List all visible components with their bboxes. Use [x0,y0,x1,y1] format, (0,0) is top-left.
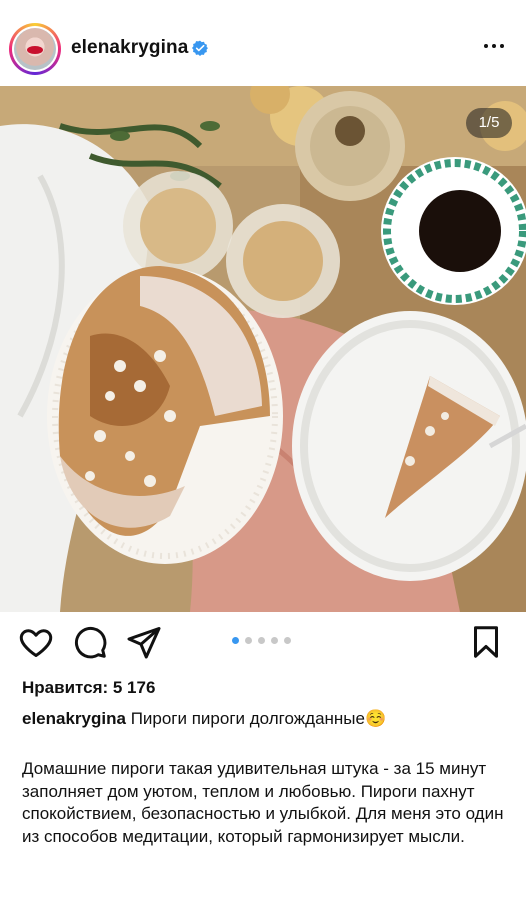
carousel-dot [232,637,239,644]
username-link[interactable]: elenakrygina [71,37,188,59]
likes-count[interactable]: Нравится: 5 176 [22,678,155,698]
image-counter-badge: 1/5 [466,108,512,138]
action-bar [0,624,526,666]
caption-body: Домашние пироги такая удивительная штука… [22,759,504,846]
share-icon[interactable] [126,624,162,660]
more-options-icon[interactable] [484,44,504,48]
heart-icon[interactable] [18,624,54,660]
comment-icon[interactable] [72,624,108,660]
post-image[interactable] [0,86,526,612]
verified-badge-icon [192,40,208,56]
caption-username[interactable]: elenakrygina [22,709,126,728]
carousel-dot [245,637,252,644]
avatar[interactable] [9,23,61,75]
carousel-indicator [232,637,291,644]
caption-header: elenakrygina Пироги пироги долгожданные☺… [22,709,386,729]
carousel-dot [284,637,291,644]
caption-title: Пироги пироги долгожданные☺️ [130,709,387,728]
carousel-dot [271,637,278,644]
truncated-text-fragment [22,890,32,900]
bookmark-icon[interactable] [468,624,504,660]
avatar-image [14,28,56,70]
post-header: elenakrygina [0,0,526,90]
carousel-dot [258,637,265,644]
